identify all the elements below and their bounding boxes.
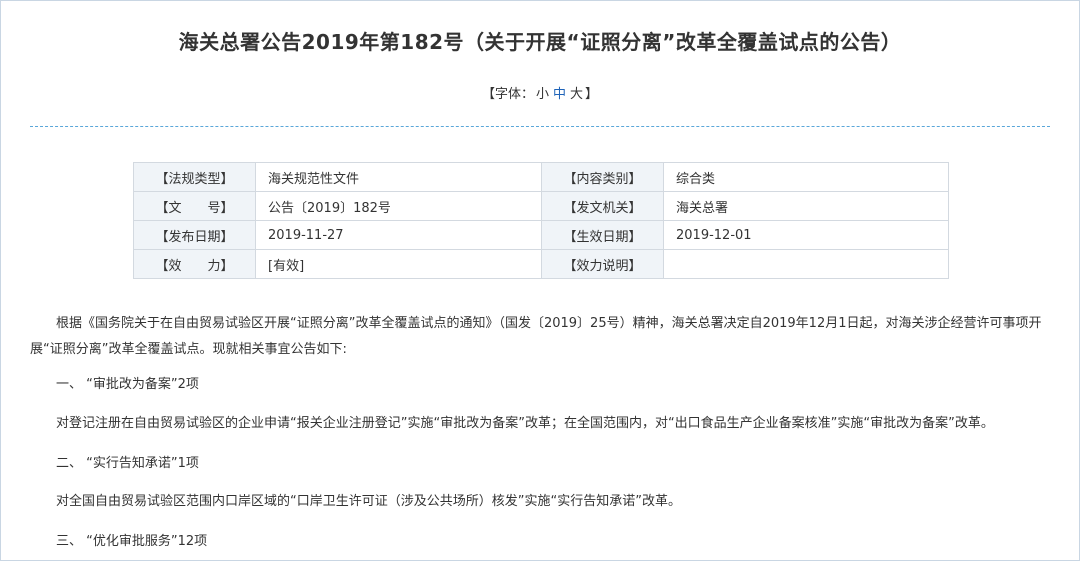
field-label: 【效 力】 xyxy=(133,249,256,279)
table-row: 【效 力】 [有效] 【效力说明】 xyxy=(133,249,949,279)
table-row: 【发布日期】 2019-11-27 【生效日期】 2019-12-01 xyxy=(133,220,949,250)
font-size-selector: 【字体：小中大】 xyxy=(0,83,1080,102)
field-value: 2019-12-01 xyxy=(663,220,949,250)
field-value xyxy=(663,249,949,279)
page-title: 海关总署公告2019年第182号（关于开展“证照分离”改革全覆盖试点的公告） xyxy=(178,30,902,54)
field-label: 【文 号】 xyxy=(133,191,256,221)
field-label: 【发文机关】 xyxy=(541,191,664,221)
field-label: 【内容类别】 xyxy=(541,162,664,192)
section-heading: 一、 “审批改为备案”2项 xyxy=(56,377,199,392)
section-heading: 二、 “实行告知承诺”1项 xyxy=(56,456,199,471)
font-size-suffix: 】 xyxy=(585,87,599,102)
field-value: 海关规范性文件 xyxy=(255,162,542,192)
field-value: 2019-11-27 xyxy=(255,220,542,250)
field-value: 海关总署 xyxy=(663,191,949,221)
field-value: [有效] xyxy=(255,249,542,279)
section-paragraph: 对全国自由贸易试验区范围内口岸区域的“口岸卫生许可证（涉及公共场所）核发”实施“… xyxy=(56,494,681,509)
intro-paragraph: 根据《国务院关于在自由贸易试验区开展“证照分离”改革全覆盖试点的通知》（国发〔2… xyxy=(30,316,1042,357)
field-value: 综合类 xyxy=(663,162,949,192)
dashed-divider xyxy=(30,126,1050,127)
field-label: 【发布日期】 xyxy=(133,220,256,250)
field-label: 【生效日期】 xyxy=(541,220,664,250)
font-size-prefix: 【字体： xyxy=(481,87,534,102)
font-size-large-link[interactable]: 大 xyxy=(570,87,583,102)
metadata-table: 【法规类型】 海关规范性文件 【内容类别】 综合类 【文 号】 公告〔2019〕… xyxy=(133,162,949,279)
field-label: 【法规类型】 xyxy=(133,162,256,192)
section-paragraph: 对登记注册在自由贸易试验区的企业申请“报关企业注册登记”实施“审批改为备案”改革… xyxy=(56,416,994,431)
table-row: 【文 号】 公告〔2019〕182号 【发文机关】 海关总署 xyxy=(133,191,949,221)
section-heading: 三、 “优化审批服务”12项 xyxy=(56,534,208,549)
font-size-small-link[interactable]: 小 xyxy=(536,87,549,102)
field-label: 【效力说明】 xyxy=(541,249,664,279)
table-row: 【法规类型】 海关规范性文件 【内容类别】 综合类 xyxy=(133,162,949,192)
field-value: 公告〔2019〕182号 xyxy=(255,191,542,221)
font-size-medium-link[interactable]: 中 xyxy=(553,87,566,102)
